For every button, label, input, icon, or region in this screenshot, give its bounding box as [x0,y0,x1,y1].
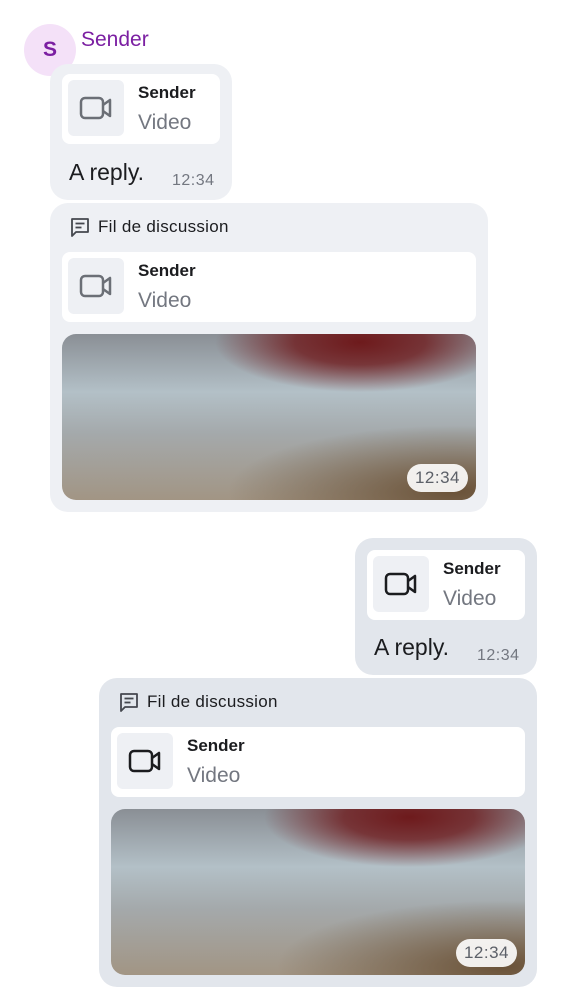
reply-type: Video [138,289,192,312]
reply-media-thumbnail [117,733,173,789]
reply-type: Video [443,587,497,610]
reply-sender: Sender [138,261,196,280]
message-timestamp: 12:34 [172,172,215,189]
video-camera-icon [128,749,161,773]
reply-preview[interactable]: Sender Video [62,74,220,144]
message-bubble[interactable]: Fil de discussion Sender Video 12:34 [99,678,537,987]
message-text: A reply. [374,634,449,660]
message-bubble[interactable]: Sender Video A reply. 12:34 [355,538,537,675]
reply-sender: Sender [187,736,245,755]
video-camera-icon [79,274,112,298]
sender-name[interactable]: Sender [81,28,149,52]
video-timestamp: 12:34 [406,464,468,492]
thread-label: Fil de discussion [147,692,278,711]
reply-preview[interactable]: Sender Video [367,550,525,620]
thread-summary[interactable]: Fil de discussion [70,217,229,237]
reply-media-thumbnail [68,80,124,136]
reply-preview[interactable]: Sender Video [111,727,525,797]
reply-preview[interactable]: Sender Video [62,252,476,322]
thread-label: Fil de discussion [98,217,229,236]
video-camera-icon [384,572,417,596]
reply-type: Video [187,764,241,787]
video-thumbnail[interactable]: 12:34 [111,809,525,975]
message-bubble[interactable]: Fil de discussion Sender Video 12:34 [50,203,488,512]
reply-media-thumbnail [373,556,429,612]
reply-sender: Sender [138,83,196,102]
thread-icon [120,693,138,712]
reply-sender: Sender [443,559,501,578]
thread-summary[interactable]: Fil de discussion [119,692,278,712]
message-text: A reply. [69,159,144,185]
reply-media-thumbnail [68,258,124,314]
message-timestamp: 12:34 [477,647,520,664]
reply-type: Video [138,111,192,134]
video-timestamp: 12:34 [455,939,517,967]
message-bubble[interactable]: Sender Video A reply. 12:34 [50,64,232,200]
video-thumbnail[interactable]: 12:34 [62,334,476,500]
thread-icon [71,218,89,237]
video-camera-icon [79,96,112,120]
